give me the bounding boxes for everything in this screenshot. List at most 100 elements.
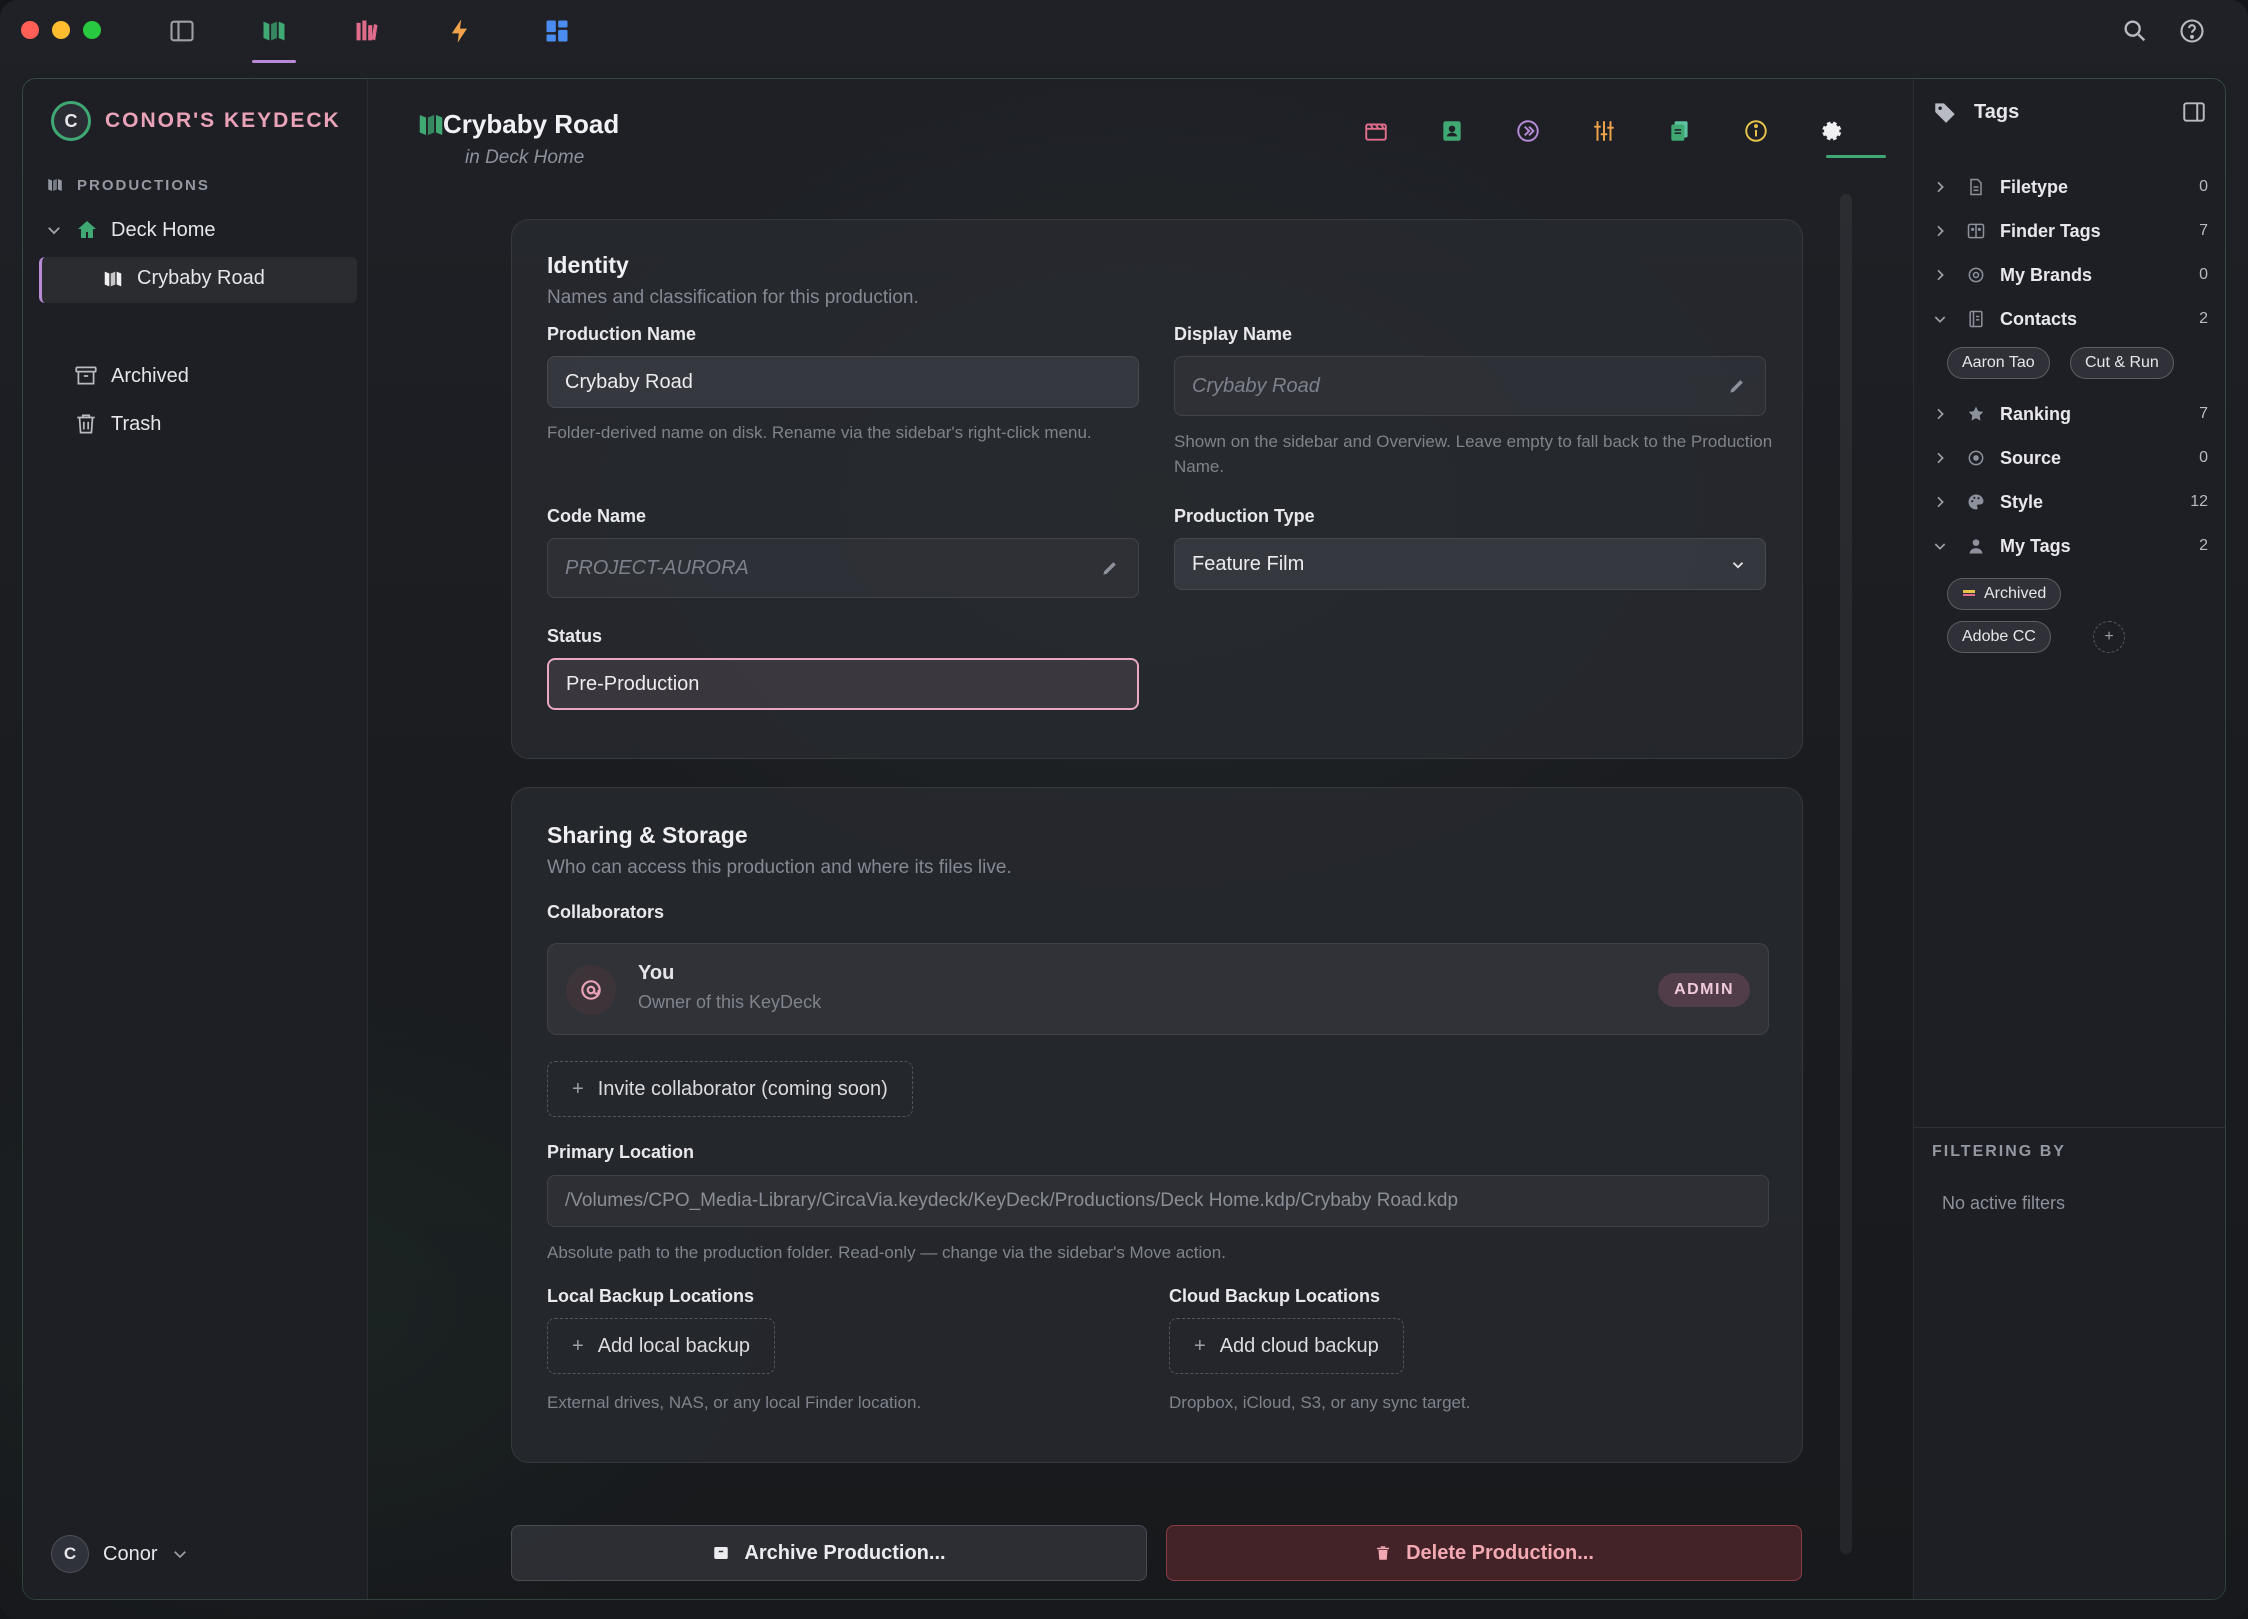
sidebar-toggle-icon[interactable] [165, 14, 199, 48]
tag-category-count: 7 [2199, 405, 2208, 422]
delete-production-button[interactable]: Delete Production... [1166, 1525, 1802, 1581]
clapper-icon [1365, 123, 1387, 141]
chevron-right-icon[interactable] [1932, 494, 1950, 510]
tag-pill-label: Cut & Run [2085, 354, 2159, 371]
primary-location-value: /Volumes/CPO_Media-Library/CircaVia.keyd… [565, 1190, 1459, 1211]
search-icon[interactable] [2118, 14, 2152, 48]
tag-pill-label: Archived [1984, 585, 2047, 602]
sharing-subtitle: Who can access this production and where… [547, 857, 1012, 878]
production-name-field[interactable]: Crybaby Road [547, 356, 1139, 408]
tag-category-my-brands[interactable]: My Brands 0 [1932, 260, 2208, 290]
primary-location-label: Primary Location [547, 1142, 695, 1162]
display-name-field[interactable]: Crybaby Road [1174, 356, 1766, 416]
tag-category-contacts[interactable]: Contacts 2 [1932, 304, 2208, 334]
target-icon [1966, 448, 1988, 468]
production-tabs [1358, 113, 1850, 149]
tag-category-count: 0 [2199, 449, 2208, 466]
trash-icon [1377, 1546, 1390, 1560]
chevron-right-icon[interactable] [1932, 223, 1950, 239]
tag-pill-archived[interactable]: Archived [1947, 578, 2062, 610]
tab-documents[interactable] [1662, 113, 1698, 149]
close-window-button[interactable] [21, 21, 39, 39]
chevron-down-icon[interactable] [1932, 311, 1950, 327]
brand[interactable]: C CONOR'S KEYDECK [51, 101, 341, 141]
tag-category-label: Style [2000, 491, 2044, 512]
productions-view-icon[interactable] [257, 14, 291, 48]
tab-scenes[interactable] [1358, 113, 1394, 149]
media-play-icon [1517, 120, 1539, 142]
archive-tag-icon [1963, 590, 1975, 596]
status-field[interactable]: Pre-Production [547, 658, 1139, 710]
tab-info[interactable] [1738, 113, 1774, 149]
display-name-placeholder: Crybaby Road [1192, 374, 1320, 397]
page-subtitle: in Deck Home [465, 147, 585, 168]
at-symbol-icon [581, 980, 601, 1000]
chevron-right-icon[interactable] [1932, 179, 1950, 195]
plus-icon: + [572, 1334, 584, 1357]
tab-settings[interactable] [1814, 113, 1850, 149]
sidebar-item-crybaby-road[interactable]: Crybaby Road [101, 267, 265, 290]
tag-category-label: Filetype [2000, 176, 2069, 197]
tag-category-finder-tags[interactable]: Finder Tags 7 [1932, 216, 2208, 246]
invite-collaborator-button[interactable]: + Invite collaborator (coming soon) [547, 1061, 913, 1117]
tag-pill-cut-and-run[interactable]: Cut & Run [2070, 347, 2174, 379]
display-name-label: Display Name [1174, 324, 1293, 344]
app-window: C CONOR'S KEYDECK PRODUCTIONS Deck Home … [0, 0, 2248, 1619]
sidebar: C CONOR'S KEYDECK PRODUCTIONS Deck Home … [23, 79, 368, 1599]
tab-contacts[interactable] [1434, 113, 1470, 149]
archive-label: Archive Production... [744, 1541, 946, 1564]
tag-category-source[interactable]: Source 0 [1932, 443, 2208, 473]
tags-panel: Tags Filetype 0 Finder Tags 7 My Brands [1913, 79, 2225, 1599]
pencil-icon[interactable] [1727, 376, 1747, 396]
contacts-icon [1966, 309, 1988, 329]
code-name-field[interactable]: PROJECT-AURORA [547, 538, 1139, 598]
panel-toggle-icon[interactable] [2181, 99, 2207, 130]
lightning-view-icon[interactable] [443, 14, 477, 48]
tag-category-filetype[interactable]: Filetype 0 [1932, 172, 2208, 202]
filtering-by-label: FILTERING BY [1932, 1143, 2066, 1160]
identity-title: Identity [547, 252, 629, 278]
documents-icon [1671, 121, 1688, 141]
status-label: Status [547, 626, 603, 646]
minimize-window-button[interactable] [52, 21, 70, 39]
zoom-window-button[interactable] [83, 21, 101, 39]
active-tab-indicator [1826, 155, 1886, 158]
pencil-icon[interactable] [1100, 558, 1120, 578]
tag-category-style[interactable]: Style 12 [1932, 487, 2208, 517]
chevron-right-icon[interactable] [1932, 450, 1950, 466]
sidebar-item-label: Archived [111, 364, 189, 387]
sidebar-item-trash[interactable]: Trash [73, 411, 161, 437]
dashboard-view-icon[interactable] [540, 14, 574, 48]
delete-label: Delete Production... [1406, 1541, 1594, 1564]
library-view-icon[interactable] [350, 14, 384, 48]
sidebar-item-deck-home[interactable]: Deck Home [45, 218, 215, 242]
content-scrollbar[interactable] [1840, 194, 1852, 1554]
person-icon [1966, 536, 1988, 556]
archive-production-button[interactable]: Archive Production... [511, 1525, 1147, 1581]
tag-pill-aaron-tao[interactable]: Aaron Tao [1947, 347, 2050, 379]
chevron-right-icon[interactable] [1932, 267, 1950, 283]
help-icon[interactable] [2175, 14, 2209, 48]
tab-media[interactable] [1510, 113, 1546, 149]
add-cloud-backup-button[interactable]: + Add cloud backup [1169, 1318, 1404, 1374]
brand-name: CONOR'S KEYDECK [105, 109, 341, 132]
brand-icon [1966, 265, 1988, 285]
page-title: Crybaby Road [443, 109, 620, 139]
primary-location-field[interactable]: /Volumes/CPO_Media-Library/CircaVia.keyd… [547, 1175, 1769, 1227]
content-area: Crybaby Road in Deck Home Identity Names… [368, 79, 1915, 1599]
tag-pill-adobe-cc[interactable]: Adobe CC [1947, 621, 2051, 653]
tag-category-my-tags[interactable]: My Tags 2 [1932, 531, 2208, 561]
add-local-backup-button[interactable]: + Add local backup [547, 1318, 776, 1374]
user-menu[interactable]: C Conor [51, 1535, 189, 1573]
chevron-right-icon[interactable] [1932, 406, 1950, 422]
production-type-select[interactable]: Feature Film [1174, 538, 1766, 590]
cloud-backup-label: Cloud Backup Locations [1169, 1286, 1381, 1306]
tag-category-ranking[interactable]: Ranking 7 [1932, 399, 2208, 429]
add-tag-button[interactable]: + [2093, 621, 2125, 653]
chevron-down-icon[interactable] [1932, 538, 1950, 554]
code-name-placeholder: PROJECT-AURORA [565, 556, 749, 579]
chevron-down-icon[interactable] [45, 221, 63, 239]
tab-adjustments[interactable] [1586, 113, 1622, 149]
sidebar-item-archived[interactable]: Archived [73, 363, 189, 389]
archive-icon [714, 1547, 729, 1559]
